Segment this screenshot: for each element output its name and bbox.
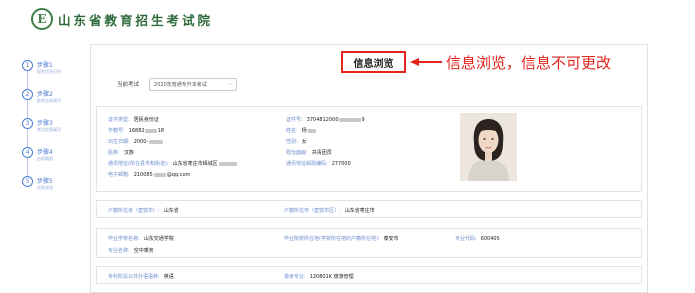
arrow-left-icon bbox=[410, 58, 442, 66]
step-number: 3 bbox=[22, 118, 33, 129]
field-label: 政治面貌: bbox=[286, 150, 308, 156]
field-hukou-province: 户籍所在省（直辖市）: 山东省 bbox=[108, 207, 179, 214]
field-label: 电子邮箱: bbox=[108, 172, 130, 178]
portrait-image bbox=[460, 113, 517, 181]
household-section: 户籍所在省（直辖市）: 山东省 户籍所在市（直辖市区）: 山东省枣庄市 bbox=[96, 200, 642, 218]
step-name: 步骤2 bbox=[37, 91, 53, 98]
field-birth: 出生日期: 2000- bbox=[108, 138, 164, 145]
field-major-code: 专业代码: 600405 bbox=[455, 235, 500, 242]
application-section: 专科阶段公共外语语种: 英语 报考专业: 120801K 旅游管理 bbox=[96, 266, 642, 284]
field-label: 毕业学校名称: bbox=[108, 236, 140, 242]
field-label: 报考专业: bbox=[284, 274, 306, 280]
field-value: 女 bbox=[301, 139, 307, 145]
step-number: 1 bbox=[22, 60, 33, 71]
field-value: 汉族 bbox=[123, 150, 134, 156]
field-label: 专业名称: bbox=[108, 248, 130, 254]
field-apply-major: 报考专业: 120801K 旅游管理 bbox=[284, 273, 354, 280]
chevron-down-icon: ⌵ bbox=[228, 81, 233, 87]
field-address: 通讯地址(所在县市和街道): 山东省枣庄市峄城区 bbox=[108, 160, 237, 167]
field-value: 杨 bbox=[301, 128, 307, 134]
field-label: 通讯地址邮政编码: bbox=[286, 161, 328, 167]
logo-icon: E bbox=[31, 8, 53, 30]
field-value: 120801K 旅游管理 bbox=[309, 274, 354, 280]
field-value: 277000 bbox=[331, 161, 351, 167]
step-desc: 志愿填报 bbox=[37, 156, 53, 161]
field-label: 户籍所在省（直辖市）: bbox=[108, 208, 160, 214]
field-label: 出生日期: bbox=[108, 139, 130, 145]
field-gender: 性别: 女 bbox=[286, 138, 307, 145]
field-politics: 政治面貌: 共青团员 bbox=[286, 149, 332, 156]
field-value: 共青团员 bbox=[311, 150, 332, 156]
field-value: 居民身份证 bbox=[133, 117, 159, 123]
field-label: 通讯地址(所在县市和街道): bbox=[108, 161, 169, 167]
step-name: 步骤3 bbox=[37, 120, 53, 127]
field-label: 专业代码: bbox=[455, 236, 477, 242]
field-label: 性别: bbox=[286, 139, 298, 145]
site-header: E 山东省教育招生考试院 bbox=[0, 0, 695, 38]
redaction-mask bbox=[218, 161, 237, 166]
field-value-tail: 9 bbox=[361, 117, 365, 123]
tab-info-browse[interactable]: 信息浏览 bbox=[341, 51, 406, 73]
field-value: 600405 bbox=[480, 236, 500, 242]
field-value: 210085 bbox=[133, 172, 153, 178]
field-value-tail: @qq.com bbox=[166, 172, 191, 178]
redaction-mask bbox=[149, 139, 164, 144]
field-graduate-school: 毕业学校名称: 山东交通学院 bbox=[108, 235, 174, 242]
field-value: 山东省枣庄市峄城区 bbox=[172, 161, 218, 167]
field-value-tail: 18 bbox=[157, 128, 164, 134]
step-desc: 报考信息填写 bbox=[37, 98, 61, 103]
personal-info-section: 证件类型: 居民身份证 证件号: 3704812000 9 学籍号: 16882 18 姓… bbox=[96, 106, 642, 192]
step-desc: 考试信息填写 bbox=[37, 127, 61, 132]
field-value: 3704812000 bbox=[306, 117, 339, 123]
step-desc: 报考信息识别 bbox=[37, 69, 61, 74]
field-value: 16882 bbox=[128, 128, 145, 134]
redaction-mask bbox=[307, 128, 316, 133]
exam-select[interactable]: 2020年普通专升本考试 ⌵ bbox=[149, 77, 238, 91]
exam-selector-row: 当前考试 2020年普通专升本考试 ⌵ bbox=[117, 77, 238, 91]
field-label: 姓名: bbox=[286, 128, 298, 134]
field-student-no: 学籍号: 16882 18 bbox=[108, 127, 164, 134]
redaction-mask bbox=[153, 172, 166, 177]
annotation-text: 信息浏览，信息不可更改 bbox=[446, 54, 612, 72]
field-label: 证件类型: bbox=[108, 117, 130, 123]
field-value: 英语 bbox=[163, 274, 174, 280]
field-label: 专科阶段公共外语语种: bbox=[108, 274, 160, 280]
step-number: 2 bbox=[22, 89, 33, 100]
field-value: 泰安市 bbox=[383, 236, 399, 242]
school-section: 毕业学校名称: 山东交通学院 毕业院校所在地(学校所在地的户籍所在地): 泰安市 专… bbox=[96, 228, 642, 258]
field-label: 户籍所在市（直辖市区）: bbox=[284, 208, 341, 214]
step-name: 步骤1 bbox=[37, 62, 53, 69]
id-photo bbox=[460, 113, 517, 181]
field-postcode: 通讯地址邮政编码: 277000 bbox=[286, 160, 351, 167]
field-school-city: 毕业院校所在地(学校所在地的户籍所在地): 泰安市 bbox=[284, 235, 399, 242]
field-id-type: 证件类型: 居民身份证 bbox=[108, 116, 159, 123]
redaction-mask bbox=[338, 117, 361, 122]
field-label: 民族: bbox=[108, 150, 120, 156]
step-name: 步骤4 bbox=[37, 149, 53, 156]
exam-label: 当前考试 bbox=[117, 82, 140, 88]
field-value: 山东交通学院 bbox=[143, 236, 174, 242]
field-value: 2000- bbox=[133, 139, 149, 145]
field-value: 山东省枣庄市 bbox=[344, 208, 375, 214]
step-number: 5 bbox=[22, 176, 33, 187]
field-email: 电子邮箱: 210085 @qq.com bbox=[108, 171, 190, 178]
field-major-name: 专业名称: 空中乘务 bbox=[108, 247, 154, 254]
step-number: 4 bbox=[22, 147, 33, 158]
field-name: 姓名: 杨 bbox=[286, 127, 316, 134]
field-label: 学籍号: bbox=[108, 128, 125, 134]
field-value: 山东省 bbox=[163, 208, 179, 214]
field-hukou-city: 户籍所在市（直辖市区）: 山东省枣庄市 bbox=[284, 207, 375, 214]
site-title: 山东省教育招生考试院 bbox=[58, 13, 214, 28]
exam-select-value: 2020年普通专升本考试 bbox=[154, 81, 207, 88]
step-name: 步骤5 bbox=[37, 178, 53, 185]
redaction-mask bbox=[144, 128, 157, 133]
field-label: 证件号: bbox=[286, 117, 303, 123]
field-label: 毕业院校所在地(学校所在地的户籍所在地): bbox=[284, 236, 380, 242]
field-foreign-language: 专科阶段公共外语语种: 英语 bbox=[108, 273, 174, 280]
field-value: 空中乘务 bbox=[133, 248, 154, 254]
field-ethnicity: 民族: 汉族 bbox=[108, 149, 134, 156]
step-desc: 信息浏览 bbox=[37, 185, 53, 190]
field-id-number: 证件号: 3704812000 9 bbox=[286, 116, 365, 123]
